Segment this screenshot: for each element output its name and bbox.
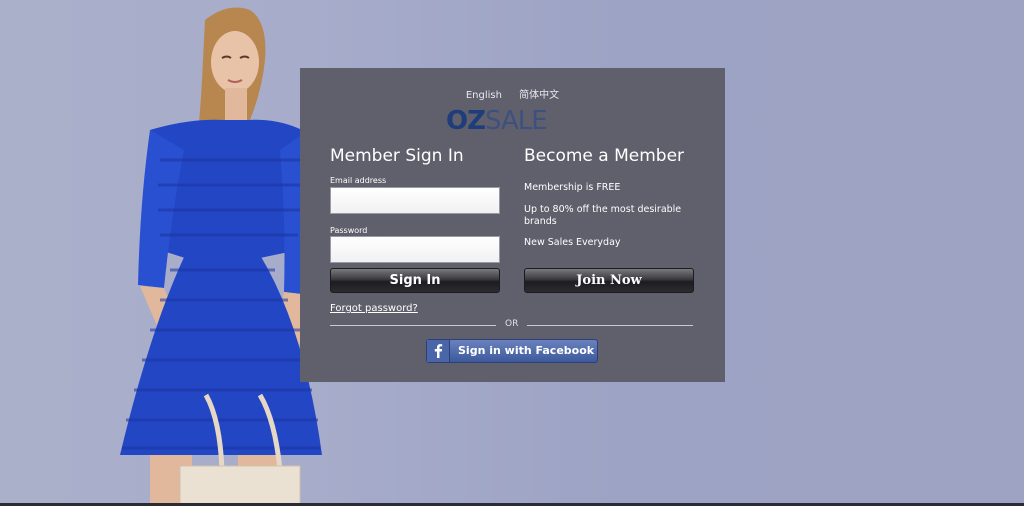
language-chinese-link[interactable]: 简体中文 — [519, 90, 559, 101]
language-switcher: English 简体中文 — [300, 86, 725, 101]
ozsale-logo[interactable]: OZSALE — [446, 108, 580, 134]
join-now-button[interactable]: Join Now — [524, 268, 694, 293]
facebook-icon — [427, 340, 450, 362]
become-member-heading: Become a Member — [524, 146, 685, 166]
email-label: Email address — [330, 176, 387, 185]
facebook-sign-in-label: Sign in with Facebook — [458, 344, 595, 357]
password-label: Password — [330, 226, 368, 235]
forgot-password-link[interactable]: Forgot password? — [330, 303, 418, 314]
password-input[interactable] — [330, 236, 500, 263]
language-english-link[interactable]: English — [466, 90, 502, 101]
divider-left — [330, 325, 496, 326]
email-input[interactable] — [330, 187, 500, 214]
divider-right — [527, 325, 693, 326]
member-sign-in-heading: Member Sign In — [330, 146, 464, 166]
or-divider-label: OR — [505, 319, 519, 329]
facebook-sign-in-button[interactable]: Sign in with Facebook — [426, 339, 598, 363]
benefit-discount: Up to 80% off the most desirable brands — [524, 204, 682, 227]
sign-in-button[interactable]: Sign In — [330, 268, 500, 293]
benefit-free: Membership is FREE — [524, 182, 621, 193]
benefit-new-sales: New Sales Everyday — [524, 237, 621, 248]
login-panel: English 简体中文 OZSALE Member Sign In Becom… — [300, 68, 725, 382]
